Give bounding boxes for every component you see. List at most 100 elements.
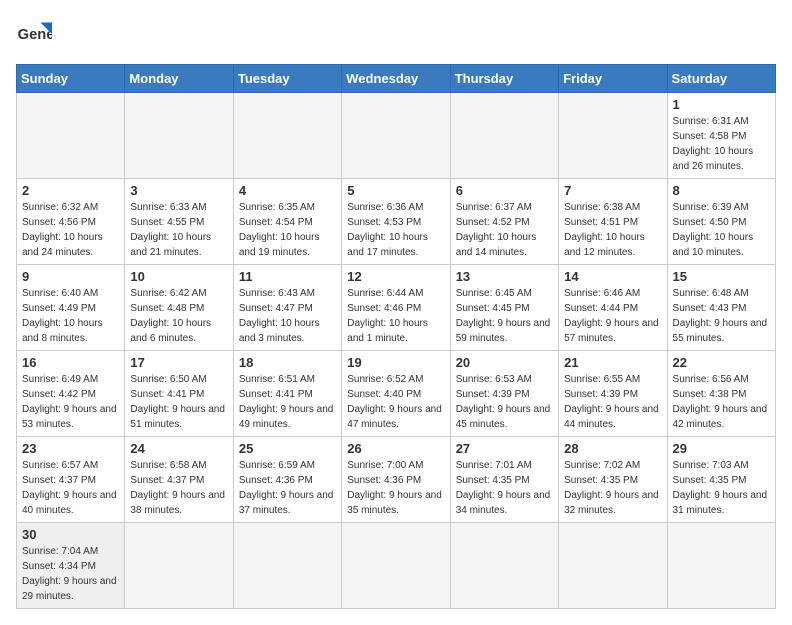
- day-number: 5: [347, 183, 444, 198]
- day-number: 7: [564, 183, 661, 198]
- calendar-cell: 23Sunrise: 6:57 AMSunset: 4:37 PMDayligh…: [17, 437, 125, 523]
- weekday-header-thursday: Thursday: [450, 65, 558, 93]
- day-number: 25: [239, 441, 336, 456]
- day-info: Sunrise: 7:04 AMSunset: 4:34 PMDaylight:…: [22, 544, 119, 604]
- calendar-cell: [667, 523, 775, 609]
- weekday-header-wednesday: Wednesday: [342, 65, 450, 93]
- day-number: 15: [673, 269, 770, 284]
- calendar-cell: 9 Sunrise: 6:40 AMSunset: 4:49 PMDaylight…: [17, 265, 125, 351]
- day-info: Sunrise: 6:53 AMSunset: 4:39 PMDaylight:…: [456, 372, 553, 432]
- calendar-cell: 1 Sunrise: 6:31 AMSunset: 4:58 PMDaylight…: [667, 93, 775, 179]
- day-info: Sunrise: 6:31 AMSunset: 4:58 PMDaylight:…: [673, 114, 770, 174]
- calendar-cell: 25 Sunrise: 6:59 AMSunset: 4:36 PMDayligh…: [233, 437, 341, 523]
- calendar-cell: 2 Sunrise: 6:32 AMSunset: 4:56 PMDaylight…: [17, 179, 125, 265]
- weekday-header-tuesday: Tuesday: [233, 65, 341, 93]
- calendar-cell: 16Sunrise: 6:49 AMSunset: 4:42 PMDayligh…: [17, 351, 125, 437]
- calendar-cell: 6Sunrise: 6:37 AMSunset: 4:52 PMDaylight…: [450, 179, 558, 265]
- day-info: Sunrise: 6:56 AMSunset: 4:38 PMDaylight:…: [673, 372, 770, 432]
- calendar-cell: [559, 93, 667, 179]
- day-info: Sunrise: 6:32 AMSunset: 4:56 PMDaylight:…: [22, 200, 119, 260]
- calendar-cell: 3 Sunrise: 6:33 AMSunset: 4:55 PMDaylight…: [125, 179, 233, 265]
- day-info: Sunrise: 7:02 AMSunset: 4:35 PMDaylight:…: [564, 458, 661, 518]
- day-number: 30: [22, 527, 119, 542]
- day-info: Sunrise: 6:46 AMSunset: 4:44 PMDaylight:…: [564, 286, 661, 346]
- weekday-header-friday: Friday: [559, 65, 667, 93]
- day-number: 10: [130, 269, 227, 284]
- calendar-cell: [125, 93, 233, 179]
- day-info: Sunrise: 7:01 AMSunset: 4:35 PMDaylight:…: [456, 458, 553, 518]
- calendar-header: SundayMondayTuesdayWednesdayThursdayFrid…: [17, 65, 776, 93]
- logo: General: [16, 16, 56, 52]
- day-number: 4: [239, 183, 336, 198]
- calendar-cell: [17, 93, 125, 179]
- weekday-header-monday: Monday: [125, 65, 233, 93]
- day-number: 13: [456, 269, 553, 284]
- calendar-cell: 18 Sunrise: 6:51 AMSunset: 4:41 PMDayligh…: [233, 351, 341, 437]
- day-info: Sunrise: 6:44 AMSunset: 4:46 PMDaylight:…: [347, 286, 444, 346]
- calendar-cell: 26 Sunrise: 7:00 AMSunset: 4:36 PMDayligh…: [342, 437, 450, 523]
- calendar-cell: [450, 93, 558, 179]
- calendar-cell: [125, 523, 233, 609]
- weekday-header-saturday: Saturday: [667, 65, 775, 93]
- calendar-cell: 29Sunrise: 7:03 AMSunset: 4:35 PMDayligh…: [667, 437, 775, 523]
- day-number: 1: [673, 97, 770, 112]
- calendar-cell: 10 Sunrise: 6:42 AMSunset: 4:48 PMDayligh…: [125, 265, 233, 351]
- calendar-cell: 12 Sunrise: 6:44 AMSunset: 4:46 PMDayligh…: [342, 265, 450, 351]
- day-number: 18: [239, 355, 336, 370]
- calendar-cell: [450, 523, 558, 609]
- calendar-cell: 8 Sunrise: 6:39 AMSunset: 4:50 PMDaylight…: [667, 179, 775, 265]
- calendar: SundayMondayTuesdayWednesdayThursdayFrid…: [16, 64, 776, 609]
- day-number: 2: [22, 183, 119, 198]
- day-number: 8: [673, 183, 770, 198]
- day-info: Sunrise: 6:51 AMSunset: 4:41 PMDaylight:…: [239, 372, 336, 432]
- day-number: 28: [564, 441, 661, 456]
- day-info: Sunrise: 6:33 AMSunset: 4:55 PMDaylight:…: [130, 200, 227, 260]
- day-number: 16: [22, 355, 119, 370]
- day-info: Sunrise: 6:40 AMSunset: 4:49 PMDaylight:…: [22, 286, 119, 346]
- day-info: Sunrise: 7:00 AMSunset: 4:36 PMDaylight:…: [347, 458, 444, 518]
- calendar-cell: 5Sunrise: 6:36 AMSunset: 4:53 PMDaylight…: [342, 179, 450, 265]
- day-number: 27: [456, 441, 553, 456]
- day-info: Sunrise: 6:42 AMSunset: 4:48 PMDaylight:…: [130, 286, 227, 346]
- calendar-cell: [233, 93, 341, 179]
- day-number: 3: [130, 183, 227, 198]
- calendar-cell: 21Sunrise: 6:55 AMSunset: 4:39 PMDayligh…: [559, 351, 667, 437]
- day-number: 9: [22, 269, 119, 284]
- day-info: Sunrise: 6:48 AMSunset: 4:43 PMDaylight:…: [673, 286, 770, 346]
- day-info: Sunrise: 6:39 AMSunset: 4:50 PMDaylight:…: [673, 200, 770, 260]
- calendar-cell: 20 Sunrise: 6:53 AMSunset: 4:39 PMDayligh…: [450, 351, 558, 437]
- weekday-header-sunday: Sunday: [17, 65, 125, 93]
- day-info: Sunrise: 6:43 AMSunset: 4:47 PMDaylight:…: [239, 286, 336, 346]
- calendar-cell: 24 Sunrise: 6:58 AMSunset: 4:37 PMDayligh…: [125, 437, 233, 523]
- day-number: 23: [22, 441, 119, 456]
- day-number: 24: [130, 441, 227, 456]
- day-number: 20: [456, 355, 553, 370]
- day-number: 26: [347, 441, 444, 456]
- day-number: 14: [564, 269, 661, 284]
- day-info: Sunrise: 7:03 AMSunset: 4:35 PMDaylight:…: [673, 458, 770, 518]
- calendar-cell: [342, 93, 450, 179]
- day-info: Sunrise: 6:50 AMSunset: 4:41 PMDaylight:…: [130, 372, 227, 432]
- svg-text:General: General: [18, 27, 52, 43]
- calendar-cell: 17 Sunrise: 6:50 AMSunset: 4:41 PMDayligh…: [125, 351, 233, 437]
- calendar-cell: [559, 523, 667, 609]
- calendar-cell: 15 Sunrise: 6:48 AMSunset: 4:43 PMDayligh…: [667, 265, 775, 351]
- day-number: 17: [130, 355, 227, 370]
- day-number: 12: [347, 269, 444, 284]
- calendar-cell: 19Sunrise: 6:52 AMSunset: 4:40 PMDayligh…: [342, 351, 450, 437]
- calendar-week-2: 9 Sunrise: 6:40 AMSunset: 4:49 PMDaylight…: [17, 265, 776, 351]
- day-info: Sunrise: 6:58 AMSunset: 4:37 PMDaylight:…: [130, 458, 227, 518]
- calendar-cell: 11Sunrise: 6:43 AMSunset: 4:47 PMDayligh…: [233, 265, 341, 351]
- calendar-week-4: 23Sunrise: 6:57 AMSunset: 4:37 PMDayligh…: [17, 437, 776, 523]
- day-info: Sunrise: 6:59 AMSunset: 4:36 PMDaylight:…: [239, 458, 336, 518]
- day-info: Sunrise: 6:52 AMSunset: 4:40 PMDaylight:…: [347, 372, 444, 432]
- calendar-cell: 13 Sunrise: 6:45 AMSunset: 4:45 PMDayligh…: [450, 265, 558, 351]
- day-number: 22: [673, 355, 770, 370]
- calendar-week-3: 16Sunrise: 6:49 AMSunset: 4:42 PMDayligh…: [17, 351, 776, 437]
- calendar-cell: 14 Sunrise: 6:46 AMSunset: 4:44 PMDayligh…: [559, 265, 667, 351]
- logo-icon: General: [16, 16, 52, 52]
- day-info: Sunrise: 6:35 AMSunset: 4:54 PMDaylight:…: [239, 200, 336, 260]
- day-info: Sunrise: 6:45 AMSunset: 4:45 PMDaylight:…: [456, 286, 553, 346]
- calendar-cell: [233, 523, 341, 609]
- calendar-cell: 27 Sunrise: 7:01 AMSunset: 4:35 PMDayligh…: [450, 437, 558, 523]
